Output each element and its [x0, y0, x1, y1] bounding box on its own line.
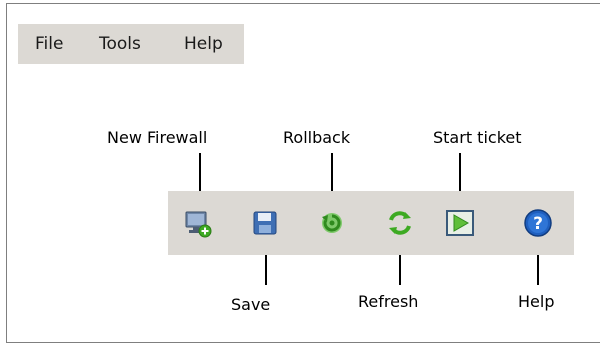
- new-firewall-button[interactable]: [178, 205, 218, 245]
- toolbar: ?: [168, 191, 574, 255]
- callout-rollback: Rollback: [283, 128, 351, 147]
- leader-refresh: [399, 255, 401, 285]
- menu-tools[interactable]: Tools: [99, 34, 141, 54]
- refresh-button[interactable]: [380, 205, 420, 245]
- menu-bar: File Tools Help: [18, 24, 244, 64]
- callout-start-ticket: Start ticket: [433, 128, 522, 147]
- leader-rollback: [331, 153, 333, 191]
- start-ticket-button[interactable]: [440, 205, 480, 245]
- leader-start-ticket: [459, 153, 461, 191]
- callout-new-firewall: New Firewall: [107, 128, 208, 147]
- svg-text:?: ?: [533, 214, 543, 234]
- rollback-button[interactable]: [312, 205, 352, 245]
- menu-help[interactable]: Help: [184, 34, 223, 54]
- floppy-disk-icon: [251, 209, 279, 241]
- rollback-icon: [318, 209, 346, 241]
- refresh-icon: [385, 208, 415, 242]
- callout-refresh: Refresh: [358, 292, 419, 311]
- computer-add-icon: [183, 208, 213, 242]
- play-icon: [445, 208, 475, 242]
- help-circle-icon: ?: [522, 207, 554, 243]
- save-button[interactable]: [245, 205, 285, 245]
- callout-save: Save: [231, 295, 271, 314]
- menu-file[interactable]: File: [35, 34, 63, 54]
- leader-new-firewall: [199, 153, 201, 191]
- help-button[interactable]: ?: [518, 205, 558, 245]
- leader-help: [537, 255, 539, 285]
- leader-save: [265, 255, 267, 285]
- callout-help: Help: [518, 292, 555, 311]
